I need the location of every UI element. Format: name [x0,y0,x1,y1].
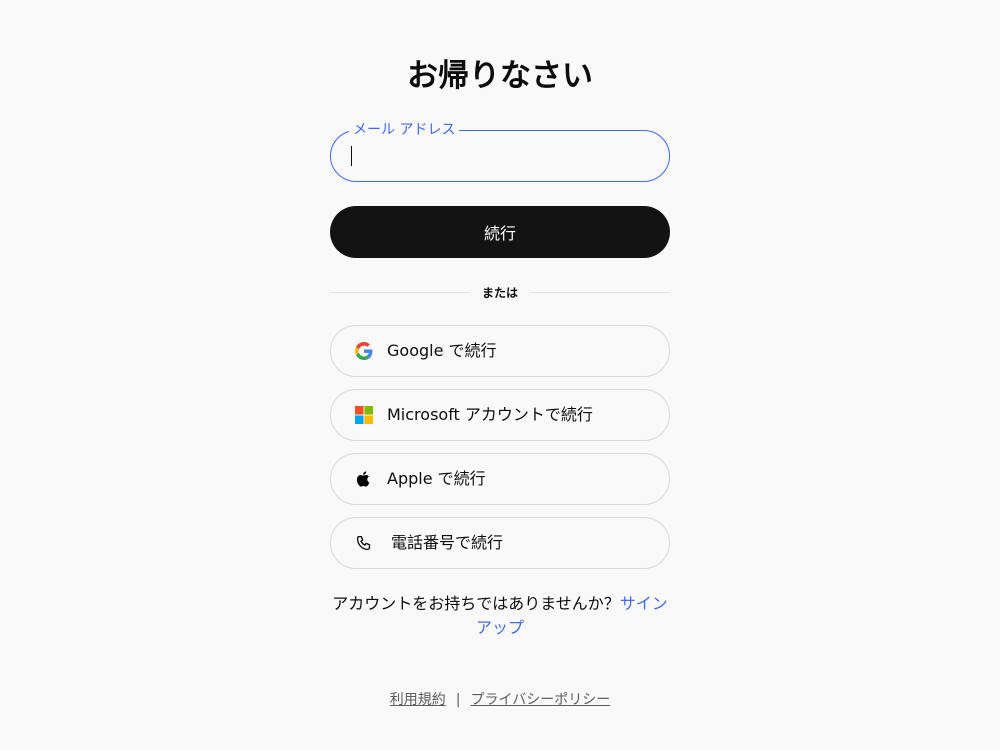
google-login-button[interactable]: Google で続行 [330,325,670,377]
google-login-label: Google で続行 [387,341,497,360]
email-label: メール アドレス [349,120,460,140]
phone-icon [356,535,371,551]
privacy-link[interactable]: プライバシーポリシー [470,692,610,708]
page-title: お帰りなさい [407,58,593,94]
apple-login-label: Apple で続行 [387,469,486,488]
email-field[interactable]: メール アドレス [330,120,670,182]
phone-login-button[interactable]: 電話番号で続行 [330,517,670,569]
footer: 利用規約 | プライバシーポリシー [0,690,1000,710]
divider-line-left [330,291,470,293]
signup-prompt: アカウントをお持ちではありませんか？サインアップ [330,592,670,640]
terms-link[interactable]: 利用規約 [390,692,446,708]
signup-prompt-text: アカウントをお持ちではありませんか？ [332,594,620,613]
divider-label: または [482,285,519,300]
text-caret [351,146,352,166]
phone-login-label: 電話番号で続行 [391,533,504,552]
microsoft-icon [355,406,373,424]
apple-login-button[interactable]: Apple で続行 [330,453,670,505]
or-divider: または [330,282,671,302]
email-input[interactable] [351,143,651,169]
footer-separator: | [455,692,461,708]
continue-button[interactable]: 続行 [330,206,670,258]
microsoft-login-label: Microsoft アカウントで続行 [387,405,593,424]
divider-line-right [530,291,671,293]
google-icon [355,342,373,360]
apple-icon [356,471,370,487]
microsoft-login-button[interactable]: Microsoft アカウントで続行 [330,389,670,441]
